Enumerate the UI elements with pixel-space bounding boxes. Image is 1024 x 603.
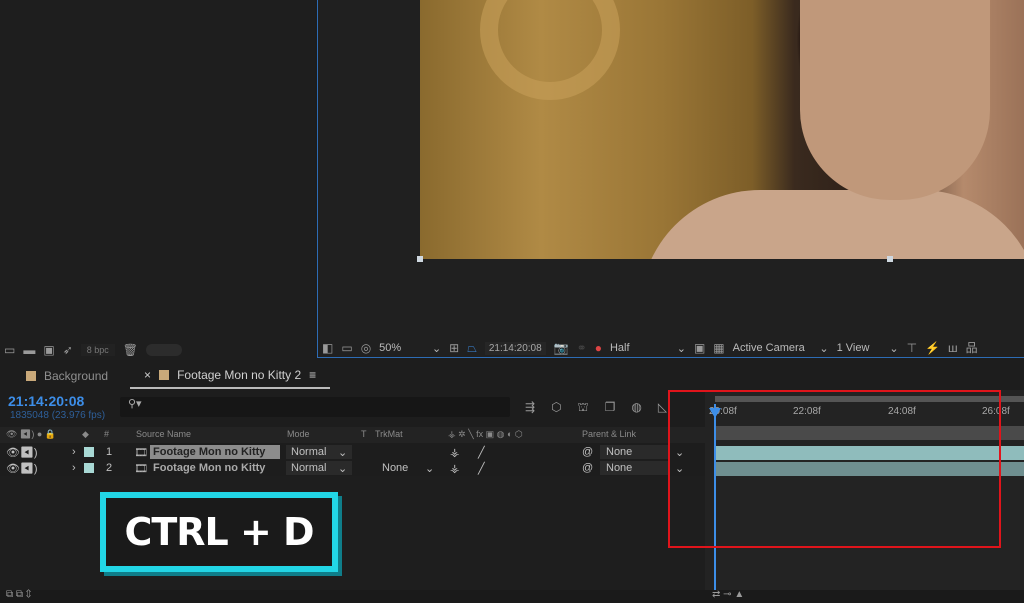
layer-color-swatch[interactable] bbox=[84, 447, 94, 457]
chevron-down-icon: ⌄ bbox=[676, 342, 686, 355]
timeline-icon[interactable]: ш bbox=[948, 342, 958, 354]
visibility-icons[interactable]: 👁◀) bbox=[6, 446, 38, 459]
comp-color-swatch bbox=[159, 370, 170, 380]
mode-dropdown[interactable]: Normal bbox=[291, 462, 326, 474]
layer-column-headers: 👁 ◀) ● 🔒 ◆ # Source Name Mode T TrkMat ⚶… bbox=[0, 427, 705, 443]
monitor-icon[interactable]: ▭ bbox=[341, 342, 352, 354]
always-preview-icon[interactable]: ◧ bbox=[322, 342, 333, 354]
fast-previews-icon[interactable]: ⚡ bbox=[925, 342, 940, 354]
chevron-down-icon: ⌄ bbox=[819, 342, 829, 355]
trash-icon[interactable]: 🗑 bbox=[123, 344, 138, 356]
bpc-button[interactable]: 8 bpc bbox=[80, 344, 115, 356]
draft-3d-icon[interactable]: ⬡ bbox=[551, 401, 561, 413]
column-source-name[interactable]: Source Name bbox=[136, 429, 191, 439]
snapshot-camera-icon[interactable]: 📷 bbox=[554, 342, 569, 354]
camera-dropdown[interactable]: Active Camera ⌄ bbox=[733, 342, 829, 355]
highlight-box bbox=[668, 390, 1001, 548]
chevron-down-icon: ⌄ bbox=[889, 342, 899, 355]
frame-blending-icon[interactable]: ❐ bbox=[605, 401, 616, 413]
layer-number: 1 bbox=[106, 446, 113, 458]
footage-icon: 🎞 bbox=[134, 463, 148, 475]
chevron-down-icon: ⌄ bbox=[425, 463, 435, 475]
render-rocket-icon[interactable]: ➶ bbox=[63, 344, 73, 356]
visibility-column-icons: 👁 ◀) ● 🔒 bbox=[6, 429, 56, 439]
viewer-toolbar: ◧ ▭ ◎ 50% ⌄ ⊞ ⏢ 21:14:20:08 📷 ⚭ ● Half ⌄ ▣… bbox=[322, 338, 1022, 358]
chevron-down-icon: ⌄ bbox=[338, 463, 348, 475]
composition-tabs: Background × Footage Mon no Kitty 2 ≡ bbox=[0, 363, 1024, 389]
timeline-footer: ⧉ ⧉ ⇕ ⇄ ⊸ ▲ bbox=[0, 590, 1024, 603]
new-composition-icon[interactable]: ▣ bbox=[43, 344, 54, 356]
shortcut-text: CTRL + D bbox=[124, 510, 314, 554]
label-column-icon: ◆ bbox=[82, 429, 89, 439]
shy-switch-icon[interactable]: ⚶ bbox=[450, 446, 459, 459]
layer-color-swatch[interactable] bbox=[84, 463, 94, 473]
current-time-display[interactable]: 21:14:20:08 bbox=[8, 393, 84, 409]
views-dropdown[interactable]: 1 View ⌄ bbox=[837, 342, 899, 355]
mask-visibility-icon[interactable]: ⏢ bbox=[467, 342, 477, 354]
close-icon[interactable]: × bbox=[144, 368, 151, 382]
layer-name[interactable]: Footage Mon no Kitty bbox=[153, 446, 265, 458]
visibility-icons[interactable]: 👁◀) bbox=[6, 462, 38, 475]
expand-chevron-icon[interactable]: › bbox=[72, 446, 76, 458]
transparency-grid-icon[interactable]: ▦ bbox=[713, 342, 724, 354]
footage-frame bbox=[420, 0, 1024, 259]
mode-dropdown[interactable]: Normal bbox=[291, 446, 326, 458]
tab-footage-mon-no-kitty-2[interactable]: × Footage Mon no Kitty 2 ≡ bbox=[130, 363, 331, 389]
panel-menu-icon[interactable]: ≡ bbox=[309, 368, 316, 382]
project-panel: ▭ ▬ ▣ ➶ 8 bpc 🗑 bbox=[0, 0, 315, 360]
mask-icon[interactable]: ◎ bbox=[361, 342, 371, 354]
layer-number: 2 bbox=[106, 462, 113, 474]
zoom-slider-icon[interactable]: ⇄ ⊸ ▲ bbox=[712, 590, 744, 600]
shy-layers-icon[interactable]: ⛫ bbox=[578, 401, 589, 413]
resolution-dropdown[interactable]: Half ⌄ bbox=[610, 342, 686, 355]
frame-info: 1835048 (23.976 fps) bbox=[10, 410, 106, 421]
layer-handle[interactable] bbox=[887, 256, 893, 262]
chevron-down-icon: ⌄ bbox=[338, 447, 348, 459]
show-snapshot-icon[interactable]: ⚭ bbox=[577, 342, 587, 354]
viewer-timecode[interactable]: 21:14:20:08 bbox=[484, 341, 546, 355]
layer-row[interactable]: 👁◀) › 2 🎞 Footage Mon no Kitty Normal ⌄ N… bbox=[0, 460, 705, 476]
chevron-down-icon: ⌄ bbox=[431, 342, 442, 355]
column-mode: Mode bbox=[287, 429, 310, 439]
safe-margins-icon[interactable]: ⊞ bbox=[449, 342, 459, 354]
quality-switch-icon[interactable]: ╱ bbox=[478, 462, 485, 475]
search-icon: ⚲▾ bbox=[128, 398, 142, 410]
flowchart-icon[interactable]: 品 bbox=[966, 342, 978, 354]
tab-background[interactable]: Background bbox=[12, 363, 122, 389]
interpret-footage-icon[interactable]: ▭ bbox=[4, 344, 15, 356]
layer-handle[interactable] bbox=[417, 256, 423, 262]
parent-dropdown[interactable]: None bbox=[606, 446, 632, 458]
parent-dropdown[interactable]: None bbox=[606, 462, 632, 474]
column-parent-link: Parent & Link bbox=[582, 429, 637, 439]
pickwhip-icon[interactable]: @ bbox=[582, 462, 593, 474]
shortcut-badge: CTRL + D bbox=[100, 492, 338, 572]
shy-switch-icon[interactable]: ⚶ bbox=[450, 462, 459, 475]
project-footer-toolbar: ▭ ▬ ▣ ➶ 8 bpc 🗑 bbox=[4, 340, 183, 360]
trkmat-dropdown[interactable]: None bbox=[382, 462, 408, 474]
layer-row[interactable]: 👁◀) › 1 🎞 Footage Mon no Kitty Normal ⌄ ⚶… bbox=[0, 444, 705, 460]
switches-column-icons: ⚶ ✲ ╲ fx ▣ ◍ ◐ ⬡ bbox=[448, 429, 523, 439]
zoom-dropdown[interactable]: 50% ⌄ bbox=[379, 342, 441, 355]
toggle-pixel-aspect-icon[interactable]: ⊤ bbox=[907, 342, 917, 354]
region-of-interest-icon[interactable]: ▣ bbox=[694, 342, 705, 354]
graph-editor-icon[interactable]: ◺ bbox=[658, 401, 667, 413]
timeline-switches: ⇶ ⬡ ⛫ ❐ ◍ ◺ bbox=[525, 397, 667, 417]
footage-icon: 🎞 bbox=[134, 447, 148, 459]
layer-name[interactable]: Footage Mon no Kitty bbox=[153, 462, 265, 474]
pickwhip-icon[interactable]: @ bbox=[582, 446, 593, 458]
comp-color-swatch bbox=[26, 371, 36, 381]
column-trkmat: TrkMat bbox=[375, 429, 403, 439]
quality-switch-icon[interactable]: ╱ bbox=[478, 446, 485, 459]
layer-search-input[interactable]: ⚲▾ bbox=[120, 397, 510, 417]
footer-toggle-icons[interactable]: ⧉ ⧉ ⇕ bbox=[6, 590, 32, 600]
expand-chevron-icon[interactable]: › bbox=[72, 462, 76, 474]
thumbnail-slider[interactable] bbox=[146, 344, 183, 356]
comp-mini-flowchart-icon[interactable]: ⇶ bbox=[525, 401, 535, 413]
motion-blur-icon[interactable]: ◍ bbox=[631, 401, 641, 413]
color-channels-icon[interactable]: ● bbox=[595, 342, 602, 354]
new-folder-icon[interactable]: ▬ bbox=[23, 344, 35, 356]
column-number: # bbox=[104, 429, 110, 439]
column-t: T bbox=[361, 429, 367, 439]
